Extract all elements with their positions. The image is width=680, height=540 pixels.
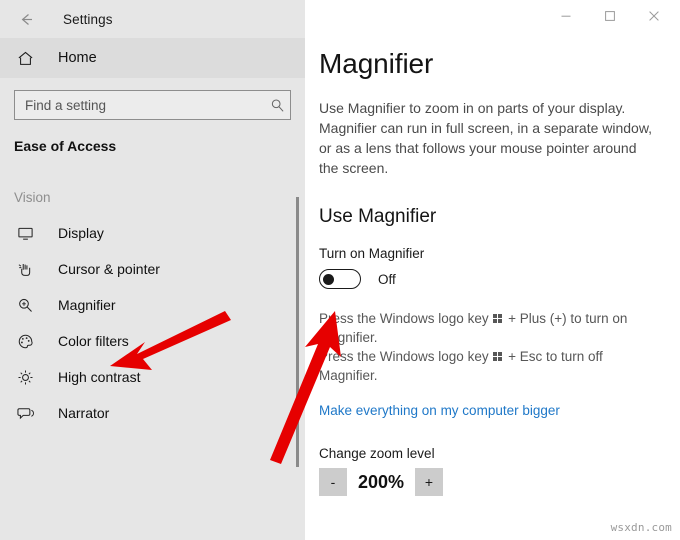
close-button[interactable] — [632, 1, 676, 31]
sidebar-item-home[interactable]: Home — [0, 38, 305, 78]
page-title: Magnifier — [319, 48, 434, 79]
page-description: Use Magnifier to zoom in on parts of you… — [319, 100, 653, 176]
settings-window: Settings Home Ease — [0, 0, 680, 540]
sidebar-item-narrator-label: Narrator — [58, 405, 110, 421]
home-icon — [14, 47, 36, 69]
make-everything-bigger-link[interactable]: Make everything on my computer bigger — [319, 403, 560, 418]
sidebar-item-display-label: Display — [58, 225, 104, 241]
monitor-icon — [14, 222, 36, 244]
sidebar-item-color-filters-label: Color filters — [58, 333, 129, 349]
title-bar: Settings — [0, 0, 305, 38]
sidebar-group-label: Vision — [14, 190, 51, 205]
sidebar-item-magnifier[interactable]: Magnifier — [0, 287, 305, 323]
sidebar-item-color-filters[interactable]: Color filters — [0, 323, 305, 359]
toggle-label: Turn on Magnifier — [319, 246, 425, 261]
brightness-icon — [14, 366, 36, 388]
zoom-level-stepper: - 200% + — [319, 468, 656, 496]
sidebar-item-magnifier-label: Magnifier — [58, 297, 116, 313]
magnifier-toggle-row: Off — [319, 269, 656, 289]
maximize-button[interactable] — [588, 1, 632, 31]
sidebar-scrollbar[interactable] — [296, 197, 299, 467]
search-input[interactable] — [15, 97, 264, 113]
hint-line2-prefix: Press the Windows logo key — [319, 349, 493, 364]
sidebar-item-home-label: Home — [58, 50, 97, 66]
main-content: Magnifier Use Magnifier to zoom in on pa… — [305, 48, 680, 496]
minimize-button[interactable] — [544, 1, 588, 31]
palette-icon — [14, 330, 36, 352]
sidebar-item-narrator[interactable]: Narrator — [0, 395, 305, 431]
search-icon[interactable] — [264, 91, 290, 119]
sidebar: Settings Home Ease — [0, 0, 305, 540]
sidebar-item-high-contrast-label: High contrast — [58, 369, 141, 385]
main-panel: Magnifier Use Magnifier to zoom in on pa… — [305, 0, 680, 540]
sidebar-category-title: Ease of Access — [14, 138, 117, 154]
zoom-level-label: Change zoom level — [319, 446, 435, 461]
windows-logo-key-icon — [493, 314, 503, 324]
search-container — [0, 78, 305, 120]
zoom-increment-button[interactable]: + — [415, 468, 443, 496]
sidebar-item-high-contrast[interactable]: High contrast — [0, 359, 305, 395]
cursor-pointer-icon — [14, 258, 36, 280]
toggle-knob — [323, 273, 334, 285]
toggle-state-label: Off — [378, 271, 396, 287]
sidebar-nav-list: Display Cursor & pointer Magnifier Color… — [0, 205, 305, 431]
magnifier-icon — [14, 294, 36, 316]
sidebar-item-cursor-pointer[interactable]: Cursor & pointer — [0, 251, 305, 287]
watermark: wsxdn.com — [610, 521, 672, 534]
zoom-level-value: 200% — [357, 471, 405, 492]
magnifier-toggle[interactable] — [319, 269, 361, 289]
window-title: Settings — [63, 11, 113, 27]
window-controls — [305, 0, 680, 32]
section-title-use-magnifier: Use Magnifier — [319, 206, 437, 227]
hint-line1-prefix: Press the Windows logo key — [319, 311, 493, 326]
keyboard-shortcut-hints: Press the Windows logo key + Plus (+) to… — [319, 309, 649, 385]
narrator-icon — [14, 402, 36, 424]
windows-logo-key-icon — [493, 352, 503, 362]
back-arrow-icon[interactable] — [14, 7, 38, 31]
sidebar-item-display[interactable]: Display — [0, 215, 305, 251]
search-box[interactable] — [14, 90, 291, 120]
sidebar-item-cursor-pointer-label: Cursor & pointer — [58, 261, 160, 277]
zoom-decrement-button[interactable]: - — [319, 468, 347, 496]
